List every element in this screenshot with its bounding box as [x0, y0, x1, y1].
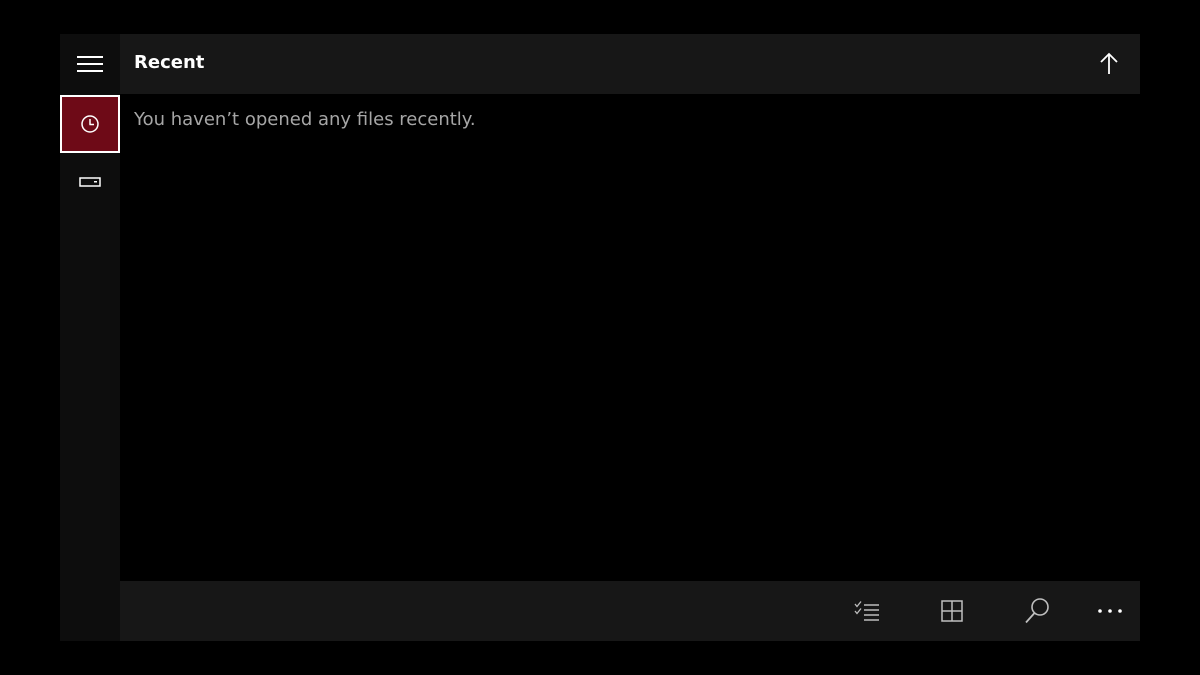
- hamburger-menu-button[interactable]: [60, 34, 120, 94]
- search-button[interactable]: [1019, 593, 1055, 629]
- header-bar: Recent: [120, 34, 1140, 94]
- nav-item-drive[interactable]: [60, 153, 120, 211]
- search-icon: [1025, 598, 1049, 624]
- grid-view-icon: [941, 600, 963, 622]
- nav-item-recent[interactable]: [60, 95, 120, 153]
- page-title: Recent: [134, 52, 205, 73]
- content-area: You haven’t opened any files recently.: [120, 94, 1140, 581]
- arrow-up-icon: [1100, 52, 1118, 74]
- view-toggle-button[interactable]: [934, 593, 970, 629]
- hamburger-icon: [77, 56, 103, 72]
- more-options-button[interactable]: [1092, 593, 1128, 629]
- bottom-command-bar: [120, 581, 1140, 641]
- more-icon: [1098, 609, 1122, 613]
- app-window: Recent You haven’t opened any files rece…: [60, 34, 1140, 641]
- nav-rail: [60, 34, 120, 641]
- drive-icon: [79, 177, 101, 187]
- select-button[interactable]: [849, 593, 885, 629]
- navigate-up-button[interactable]: [1094, 48, 1124, 80]
- empty-state-message: You haven’t opened any files recently.: [134, 109, 476, 130]
- clock-icon: [81, 115, 99, 133]
- select-list-icon: [854, 601, 879, 621]
